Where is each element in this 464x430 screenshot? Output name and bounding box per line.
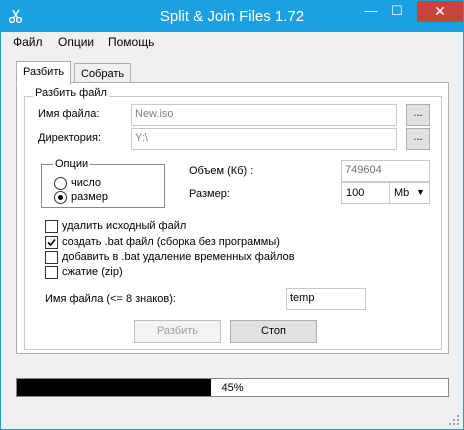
checkbox-create-bat[interactable] (45, 236, 58, 249)
radio-size[interactable] (54, 191, 67, 204)
size-unit[interactable]: Mb (394, 187, 409, 199)
close-button[interactable]: ✕ (417, 1, 463, 22)
filename-field[interactable]: New.iso (131, 104, 397, 126)
app-window: Split & Join Files 1.72 — ☐ ✕ Файл Опции… (0, 0, 464, 430)
radio-number-label[interactable]: число (71, 177, 101, 189)
browse-file-button[interactable]: ... (406, 104, 430, 126)
checkbox-delete-source[interactable] (45, 220, 58, 233)
radio-selected-dot (58, 195, 63, 200)
checkbox-bat-cleanup[interactable] (45, 251, 58, 264)
checkbox-zip-label[interactable]: сжатие (zip) (62, 266, 123, 278)
size-separator (389, 183, 390, 203)
checkbox-delete-source-label[interactable]: удалить исходный файл (62, 220, 186, 232)
filename-label: Имя файла: (38, 108, 100, 120)
volume-label: Объем (Кб) : (189, 165, 254, 177)
size-label: Размер: (189, 188, 230, 200)
tab-split[interactable]: Разбить (16, 61, 72, 85)
namelen-label: Имя файла (<= 8 знаков): (45, 293, 176, 305)
radio-number[interactable] (54, 177, 67, 190)
browse-directory-button[interactable]: ... (406, 128, 430, 150)
options-title: Опции (53, 158, 91, 170)
menu-bar: Файл Опции Помощь (1, 32, 463, 52)
volume-field[interactable]: 749604 (341, 160, 430, 182)
menu-file[interactable]: Файл (13, 35, 43, 49)
stop-button[interactable]: Стоп (230, 320, 317, 343)
size-input[interactable]: 100 Mb ▼ (341, 182, 430, 204)
split-button[interactable]: Разбить (134, 320, 221, 343)
maximize-button[interactable]: ☐ (384, 1, 410, 22)
menu-help[interactable]: Помощь (108, 35, 154, 49)
minimize-button[interactable]: — (358, 1, 384, 22)
checkbox-zip[interactable] (45, 266, 58, 279)
size-value[interactable]: 100 (346, 187, 364, 199)
chevron-down-icon[interactable]: ▼ (416, 187, 425, 197)
directory-label: Директория: (38, 132, 102, 144)
resize-grip-icon[interactable] (449, 415, 459, 425)
progress-bar: 45% (16, 378, 449, 397)
checkbox-create-bat-label[interactable]: создать .bat файл (сборка без программы) (62, 236, 280, 248)
progress-text: 45% (221, 382, 244, 394)
directory-field[interactable]: Y:\ (131, 128, 397, 150)
menu-options[interactable]: Опции (58, 35, 94, 49)
checkbox-bat-cleanup-label[interactable]: добавить в .bat удаление временных файло… (62, 251, 295, 263)
groupbox-title: Разбить файл (33, 87, 109, 99)
radio-size-label[interactable]: размер (71, 191, 108, 203)
title-bar[interactable]: Split & Join Files 1.72 — ☐ ✕ (1, 1, 463, 32)
checkmark-icon (47, 238, 56, 247)
namelen-field[interactable]: temp (286, 288, 366, 310)
